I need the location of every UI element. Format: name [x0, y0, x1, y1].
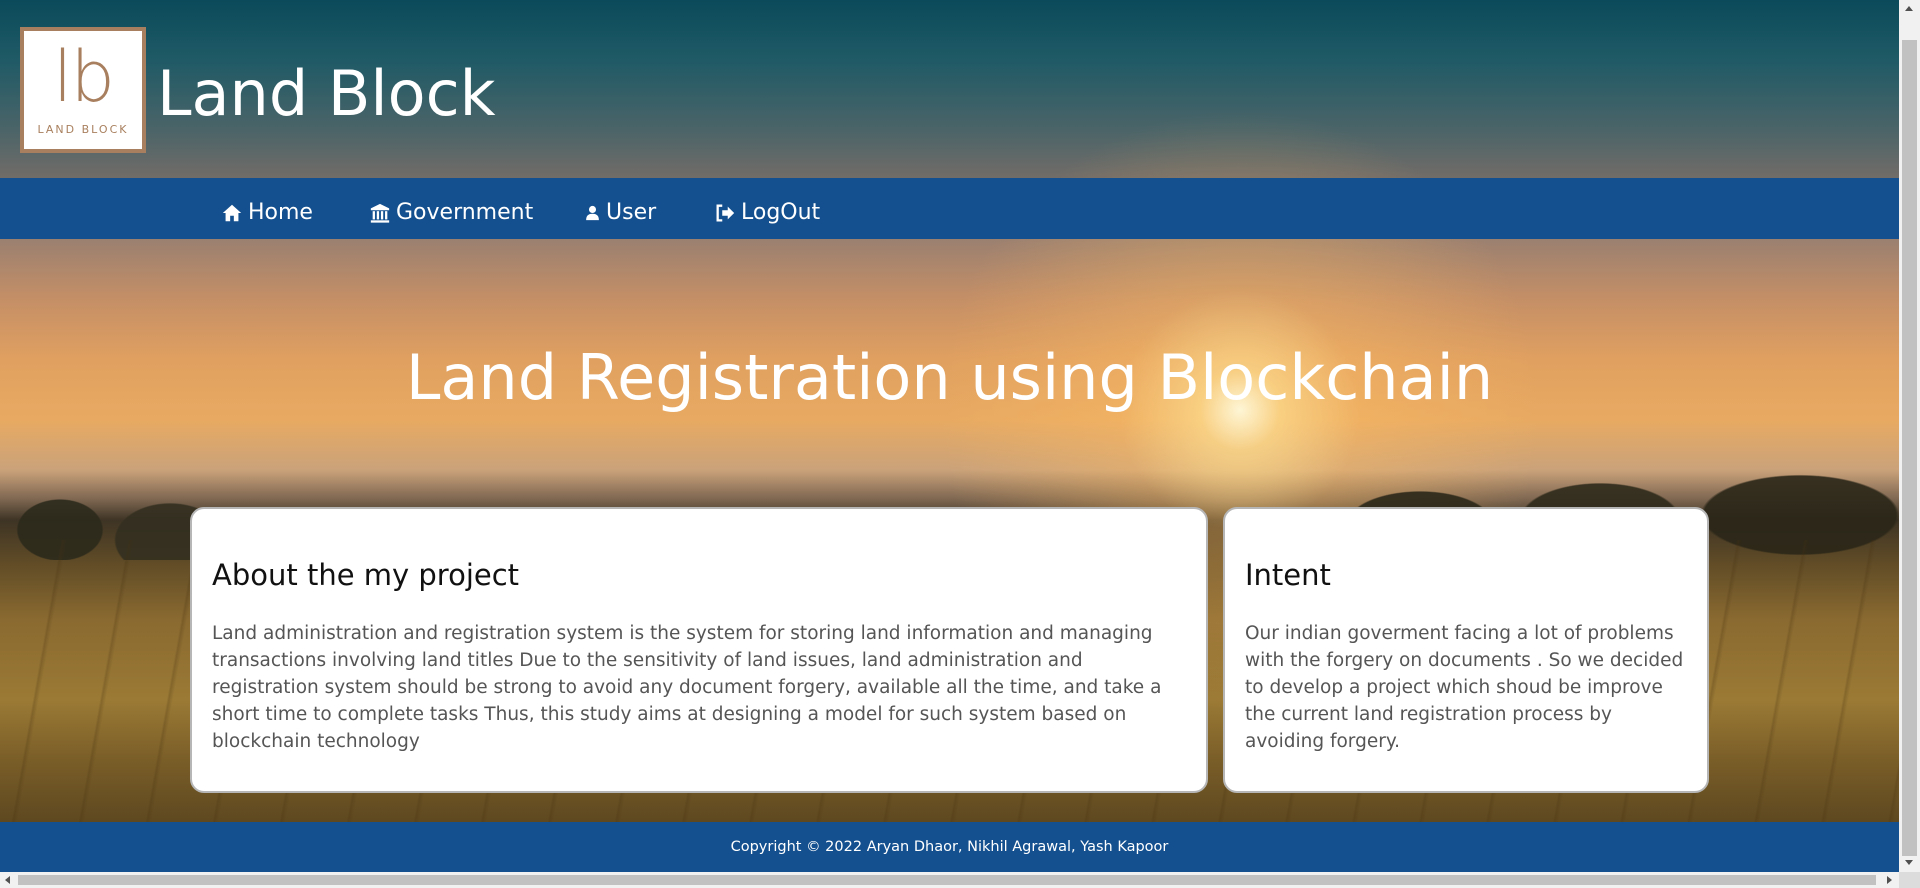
site-logo[interactable]: lb LAND BLOCK — [20, 27, 146, 153]
nav-item-label: User — [606, 200, 657, 225]
bank-icon — [370, 203, 390, 223]
nav-item-government[interactable]: Government — [369, 200, 533, 226]
card-body: Our indian goverment facing a lot of pro… — [1245, 623, 1684, 752]
scroll-up-icon[interactable] — [1905, 6, 1913, 11]
nav-item-label: LogOut — [741, 200, 821, 225]
site-footer: Copyright © 2022 Aryan Dhaor, Nikhil Agr… — [0, 822, 1899, 872]
site-header: lb LAND BLOCK Land Block — [0, 0, 1899, 178]
nav-item-home[interactable]: Home — [221, 200, 313, 226]
scrollbar-corner — [1899, 872, 1920, 888]
scroll-left-icon[interactable] — [5, 876, 10, 884]
card-title: Intent — [1245, 558, 1331, 592]
hero-title: Land Registration using Blockchain — [405, 341, 1494, 414]
logout-icon — [716, 204, 735, 222]
nav-item-user[interactable]: User — [584, 200, 656, 226]
nav-item-label: Home — [248, 200, 313, 225]
about-card: About the my project Land administration… — [190, 507, 1208, 793]
site-title: Land Block — [157, 57, 496, 130]
home-icon — [222, 204, 242, 222]
intent-card: Intent Our indian goverment facing a lot… — [1223, 507, 1709, 793]
nav-item-label: Government — [396, 200, 534, 225]
card-body: Land administration and registration sys… — [212, 623, 1162, 752]
user-icon — [586, 205, 599, 221]
scroll-down-icon[interactable] — [1905, 860, 1913, 865]
vertical-scroll-thumb[interactable] — [1902, 40, 1917, 856]
main-nav: Home Government User LogOut — [0, 178, 1899, 239]
logo-subtitle: LAND BLOCK — [37, 123, 129, 136]
horizontal-scrollbar[interactable] — [0, 872, 1899, 888]
page: lb LAND BLOCK Land Block Home Government — [0, 0, 1920, 888]
scroll-right-icon[interactable] — [1887, 876, 1892, 884]
vertical-scrollbar[interactable] — [1899, 0, 1920, 872]
logo-mark: lb — [53, 36, 115, 118]
horizontal-scroll-thumb[interactable] — [18, 875, 1876, 885]
nav-item-logout[interactable]: LogOut — [714, 200, 820, 226]
card-title: About the my project — [212, 558, 520, 592]
copyright-text: Copyright © 2022 Aryan Dhaor, Nikhil Agr… — [730, 839, 1169, 855]
